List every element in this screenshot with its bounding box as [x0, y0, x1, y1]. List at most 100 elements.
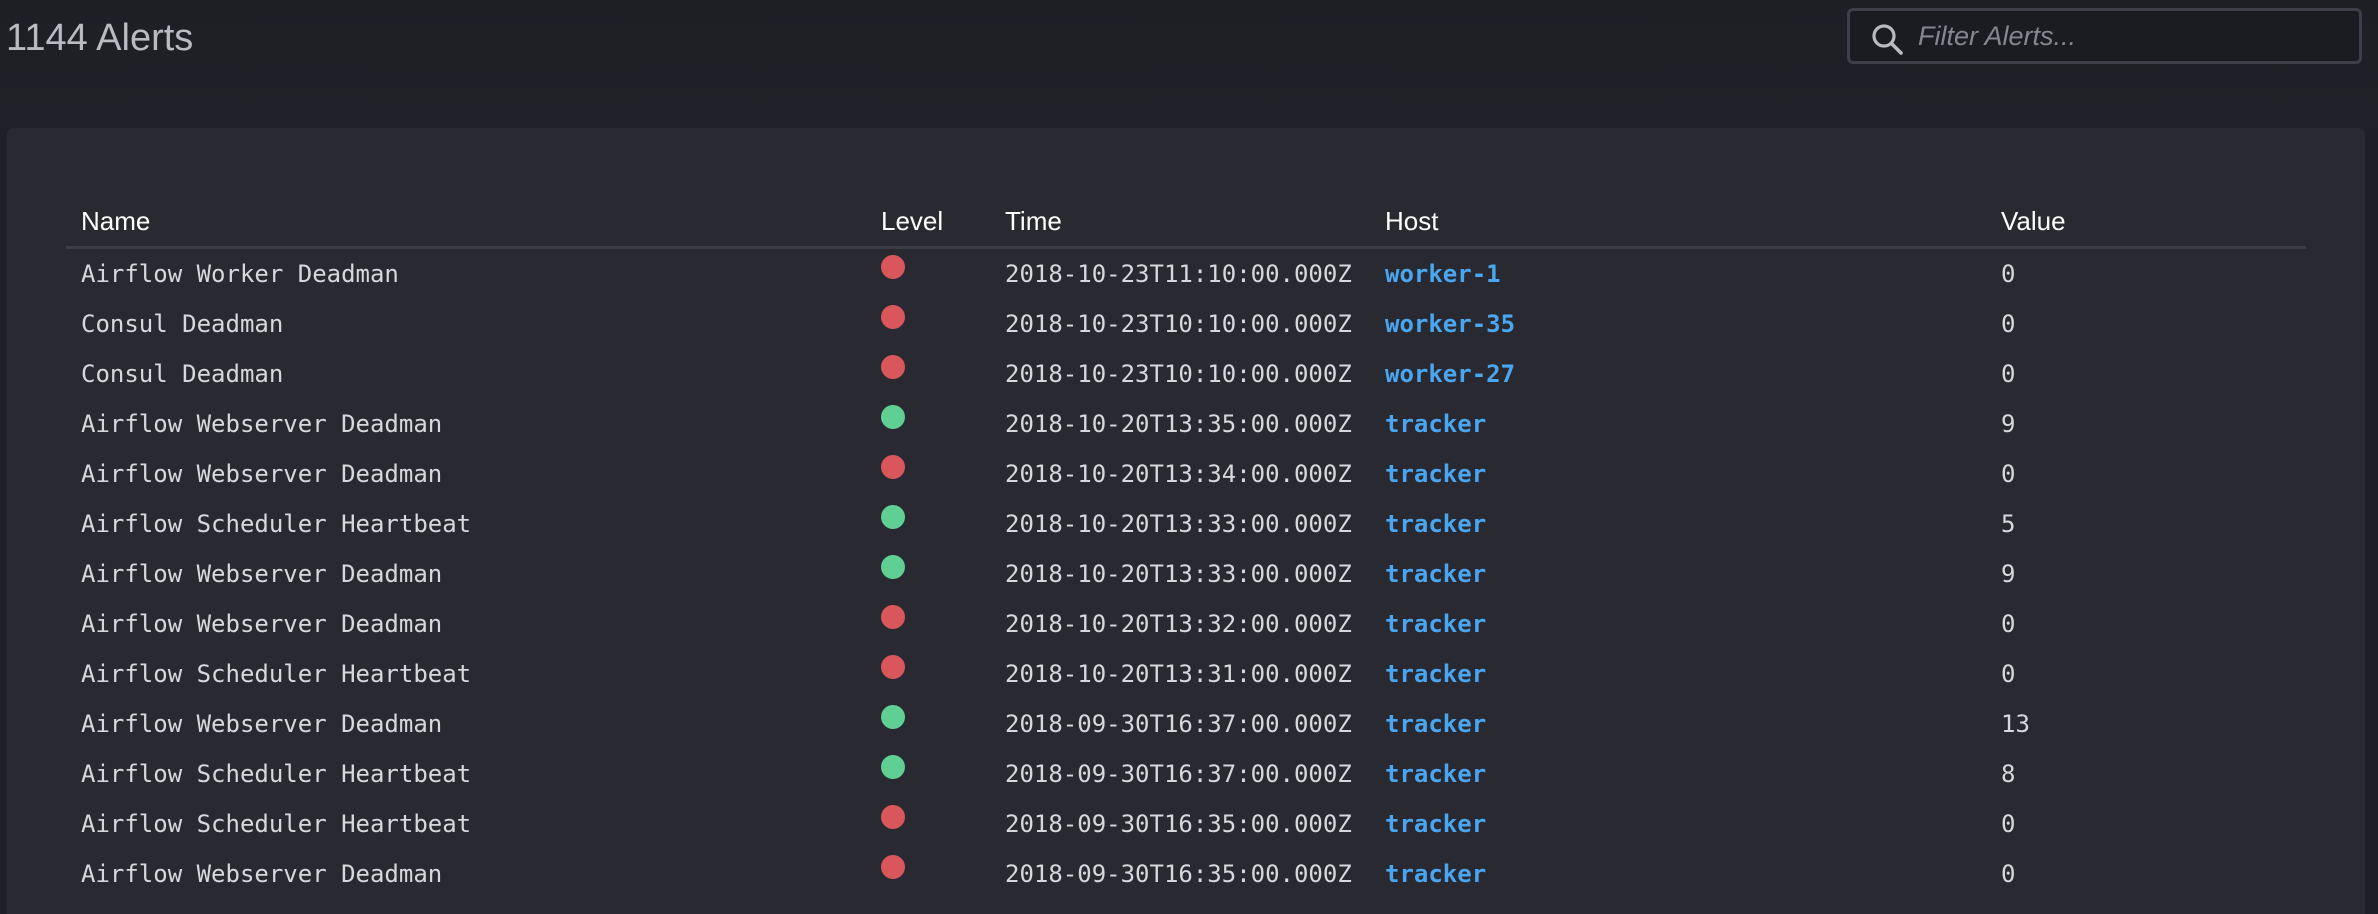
alert-value: 0 — [2001, 660, 2016, 688]
page-header: 1144 Alerts — [0, 0, 2378, 128]
table-row: Airflow Webserver Deadman 2018-10-20T13:3… — [66, 599, 2306, 649]
alert-name: Airflow Webserver Deadman — [81, 710, 443, 738]
alert-level-cell — [881, 649, 1005, 699]
alert-host-cell: tracker — [1385, 749, 2001, 799]
alert-time: 2018-10-23T11:10:00.000Z — [1005, 260, 1352, 288]
alert-level-cell — [881, 399, 1005, 449]
column-header-name[interactable]: Name — [66, 196, 881, 249]
level-status-dot — [881, 655, 905, 679]
host-link[interactable]: worker-27 — [1385, 360, 1515, 388]
alert-value: 0 — [2001, 360, 2016, 388]
host-link[interactable]: tracker — [1385, 460, 1486, 488]
table-row: Airflow Scheduler Heartbeat 2018-10-20T13… — [66, 649, 2306, 699]
table-row: Airflow Scheduler Heartbeat 2018-09-30T16… — [66, 749, 2306, 799]
alert-time: 2018-10-20T13:33:00.000Z — [1005, 560, 1352, 588]
alert-value: 0 — [2001, 810, 2016, 838]
alert-name: Airflow Webserver Deadman — [81, 460, 443, 488]
table-row: Consul Deadman 2018-10-23T10:10:00.000Z wo… — [66, 349, 2306, 399]
host-link[interactable]: tracker — [1385, 660, 1486, 688]
alert-host-cell: tracker — [1385, 399, 2001, 449]
alert-value: 9 — [2001, 410, 2016, 438]
column-header-level[interactable]: Level — [881, 196, 1005, 249]
alert-name: Consul Deadman — [81, 310, 284, 338]
column-header-value[interactable]: Value — [2001, 196, 2306, 249]
alert-value: 0 — [2001, 310, 2016, 338]
level-status-dot — [881, 505, 905, 529]
alert-level-cell — [881, 599, 1005, 649]
level-status-dot — [881, 455, 905, 479]
table-row: Airflow Webserver Deadman 2018-10-20T13:3… — [66, 549, 2306, 599]
alert-level-cell — [881, 349, 1005, 399]
level-status-dot — [881, 705, 905, 729]
alert-level-cell — [881, 799, 1005, 849]
alert-time: 2018-10-20T13:33:00.000Z — [1005, 510, 1352, 538]
alert-level-cell — [881, 699, 1005, 749]
host-link[interactable]: worker-35 — [1385, 310, 1515, 338]
alert-name: Airflow Webserver Deadman — [81, 860, 443, 888]
page-title: 1144 Alerts — [6, 17, 194, 59]
alert-value: 0 — [2001, 860, 2016, 888]
table-row: Airflow Worker Deadman 2018-10-23T11:10:0… — [66, 248, 2306, 300]
search-icon — [1872, 24, 1903, 55]
alerts-panel: Name Level Time Host Value Airflow Worke… — [7, 128, 2365, 914]
host-link[interactable]: tracker — [1385, 710, 1486, 738]
host-link[interactable]: tracker — [1385, 610, 1486, 638]
level-status-dot — [881, 305, 905, 329]
column-header-host[interactable]: Host — [1385, 196, 2001, 249]
filter-alerts-box[interactable] — [1847, 8, 2362, 64]
alert-name: Consul Deadman — [81, 360, 284, 388]
alert-level-cell — [881, 849, 1005, 899]
alert-host-cell: tracker — [1385, 649, 2001, 699]
alert-time: 2018-10-20T13:31:00.000Z — [1005, 660, 1352, 688]
column-header-time[interactable]: Time — [1005, 196, 1385, 249]
host-link[interactable]: worker-1 — [1385, 260, 1501, 288]
alert-value: 0 — [2001, 260, 2016, 288]
alerts-table: Name Level Time Host Value Airflow Worke… — [66, 196, 2306, 899]
alert-time: 2018-10-20T13:32:00.000Z — [1005, 610, 1352, 638]
alert-time: 2018-09-30T16:37:00.000Z — [1005, 710, 1352, 738]
table-row: Airflow Webserver Deadman 2018-09-30T16:3… — [66, 699, 2306, 749]
filter-alerts-input[interactable] — [1918, 11, 2348, 61]
alert-name: Airflow Webserver Deadman — [81, 610, 443, 638]
level-status-dot — [881, 355, 905, 379]
alert-value: 5 — [2001, 510, 2016, 538]
alert-name: Airflow Scheduler Heartbeat — [81, 660, 472, 688]
alert-level-cell — [881, 449, 1005, 499]
table-row: Airflow Scheduler Heartbeat 2018-09-30T16… — [66, 799, 2306, 849]
table-header-row: Name Level Time Host Value — [66, 196, 2306, 249]
alert-host-cell: worker-35 — [1385, 299, 2001, 349]
alert-level-cell — [881, 499, 1005, 549]
alerts-table-body: Airflow Worker Deadman 2018-10-23T11:10:0… — [66, 248, 2306, 900]
alert-value: 8 — [2001, 760, 2016, 788]
alert-name: Airflow Worker Deadman — [81, 260, 399, 288]
alert-host-cell: worker-1 — [1385, 248, 2001, 300]
level-status-dot — [881, 805, 905, 829]
alert-host-cell: worker-27 — [1385, 349, 2001, 399]
alert-name: Airflow Scheduler Heartbeat — [81, 810, 472, 838]
host-link[interactable]: tracker — [1385, 860, 1486, 888]
alert-time: 2018-10-20T13:34:00.000Z — [1005, 460, 1352, 488]
alert-value: 0 — [2001, 610, 2016, 638]
alert-level-cell — [881, 749, 1005, 799]
level-status-dot — [881, 755, 905, 779]
alert-host-cell: tracker — [1385, 699, 2001, 749]
alert-level-cell — [881, 549, 1005, 599]
alert-value: 9 — [2001, 560, 2016, 588]
alert-time: 2018-09-30T16:35:00.000Z — [1005, 810, 1352, 838]
alert-time: 2018-10-23T10:10:00.000Z — [1005, 360, 1352, 388]
table-row: Consul Deadman 2018-10-23T10:10:00.000Z wo… — [66, 299, 2306, 349]
level-status-dot — [881, 855, 905, 879]
level-status-dot — [881, 555, 905, 579]
alert-host-cell: tracker — [1385, 499, 2001, 549]
alert-time: 2018-10-20T13:35:00.000Z — [1005, 410, 1352, 438]
host-link[interactable]: tracker — [1385, 760, 1486, 788]
host-link[interactable]: tracker — [1385, 810, 1486, 838]
alert-time: 2018-09-30T16:35:00.000Z — [1005, 860, 1352, 888]
alert-host-cell: tracker — [1385, 549, 2001, 599]
alert-name: Airflow Webserver Deadman — [81, 560, 443, 588]
host-link[interactable]: tracker — [1385, 510, 1486, 538]
host-link[interactable]: tracker — [1385, 410, 1486, 438]
alert-level-cell — [881, 299, 1005, 349]
alert-value: 13 — [2001, 710, 2030, 738]
host-link[interactable]: tracker — [1385, 560, 1486, 588]
